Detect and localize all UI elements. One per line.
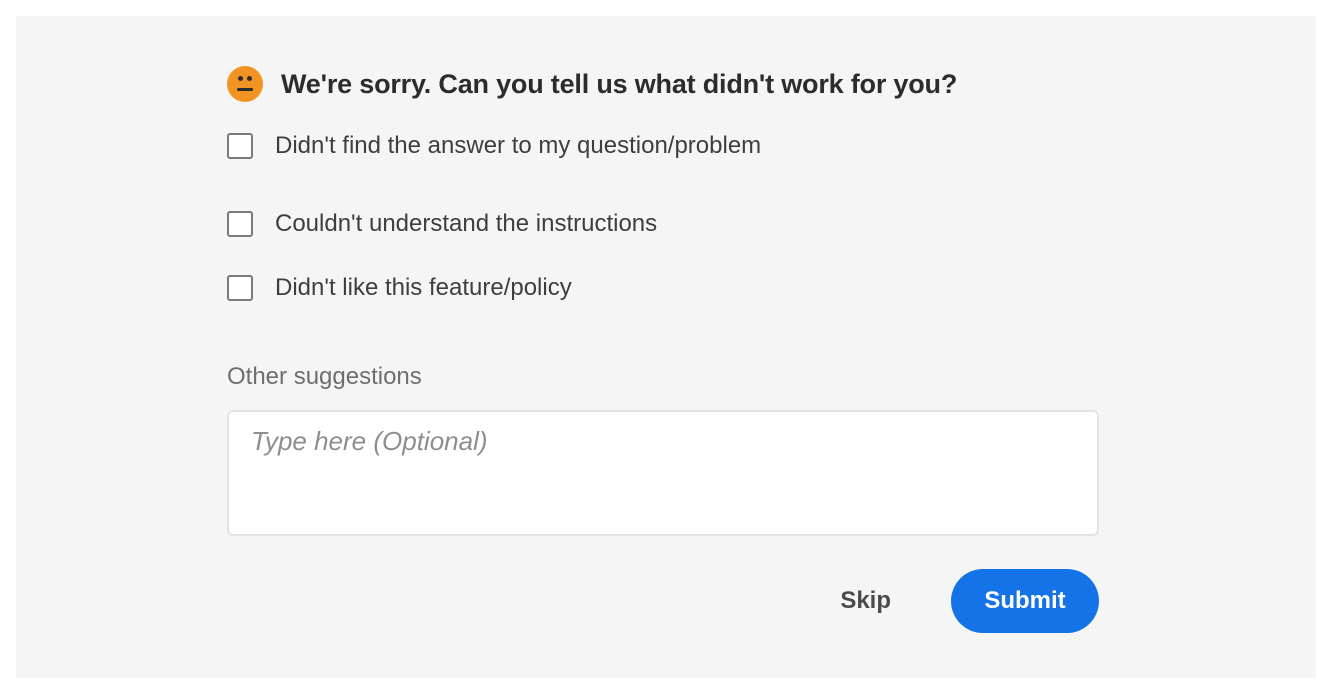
option-label: Didn't find the answer to my question/pr…	[275, 132, 762, 159]
feedback-heading: We're sorry. Can you tell us what didn't…	[227, 66, 1099, 102]
option-label: Didn't like this feature/policy	[275, 274, 572, 301]
option-no-answer[interactable]: Didn't find the answer to my question/pr…	[227, 128, 1099, 164]
other-suggestions-label: Other suggestions	[227, 363, 422, 390]
option-instructions[interactable]: Couldn't understand the instructions	[227, 192, 1099, 256]
checkbox-instructions[interactable]	[227, 211, 253, 237]
neutral-face-icon	[227, 66, 263, 102]
submit-button[interactable]: Submit	[951, 569, 1099, 633]
suggestions-textarea[interactable]	[227, 410, 1099, 536]
options-list: Didn't find the answer to my question/pr…	[227, 128, 1099, 320]
option-feature-policy[interactable]: Didn't like this feature/policy	[227, 256, 1099, 320]
feedback-form: We're sorry. Can you tell us what didn't…	[227, 66, 1099, 633]
face-left-eye	[238, 76, 243, 81]
face-mouth	[237, 88, 253, 91]
action-bar: Skip Submit	[227, 569, 1099, 633]
heading-text: We're sorry. Can you tell us what didn't…	[281, 68, 958, 99]
checkbox-feature-policy[interactable]	[227, 275, 253, 301]
checkbox-no-answer[interactable]	[227, 133, 253, 159]
face-right-eye	[247, 76, 252, 81]
feedback-panel: We're sorry. Can you tell us what didn't…	[16, 16, 1316, 678]
skip-button[interactable]: Skip	[820, 569, 911, 633]
option-label: Couldn't understand the instructions	[275, 210, 658, 237]
